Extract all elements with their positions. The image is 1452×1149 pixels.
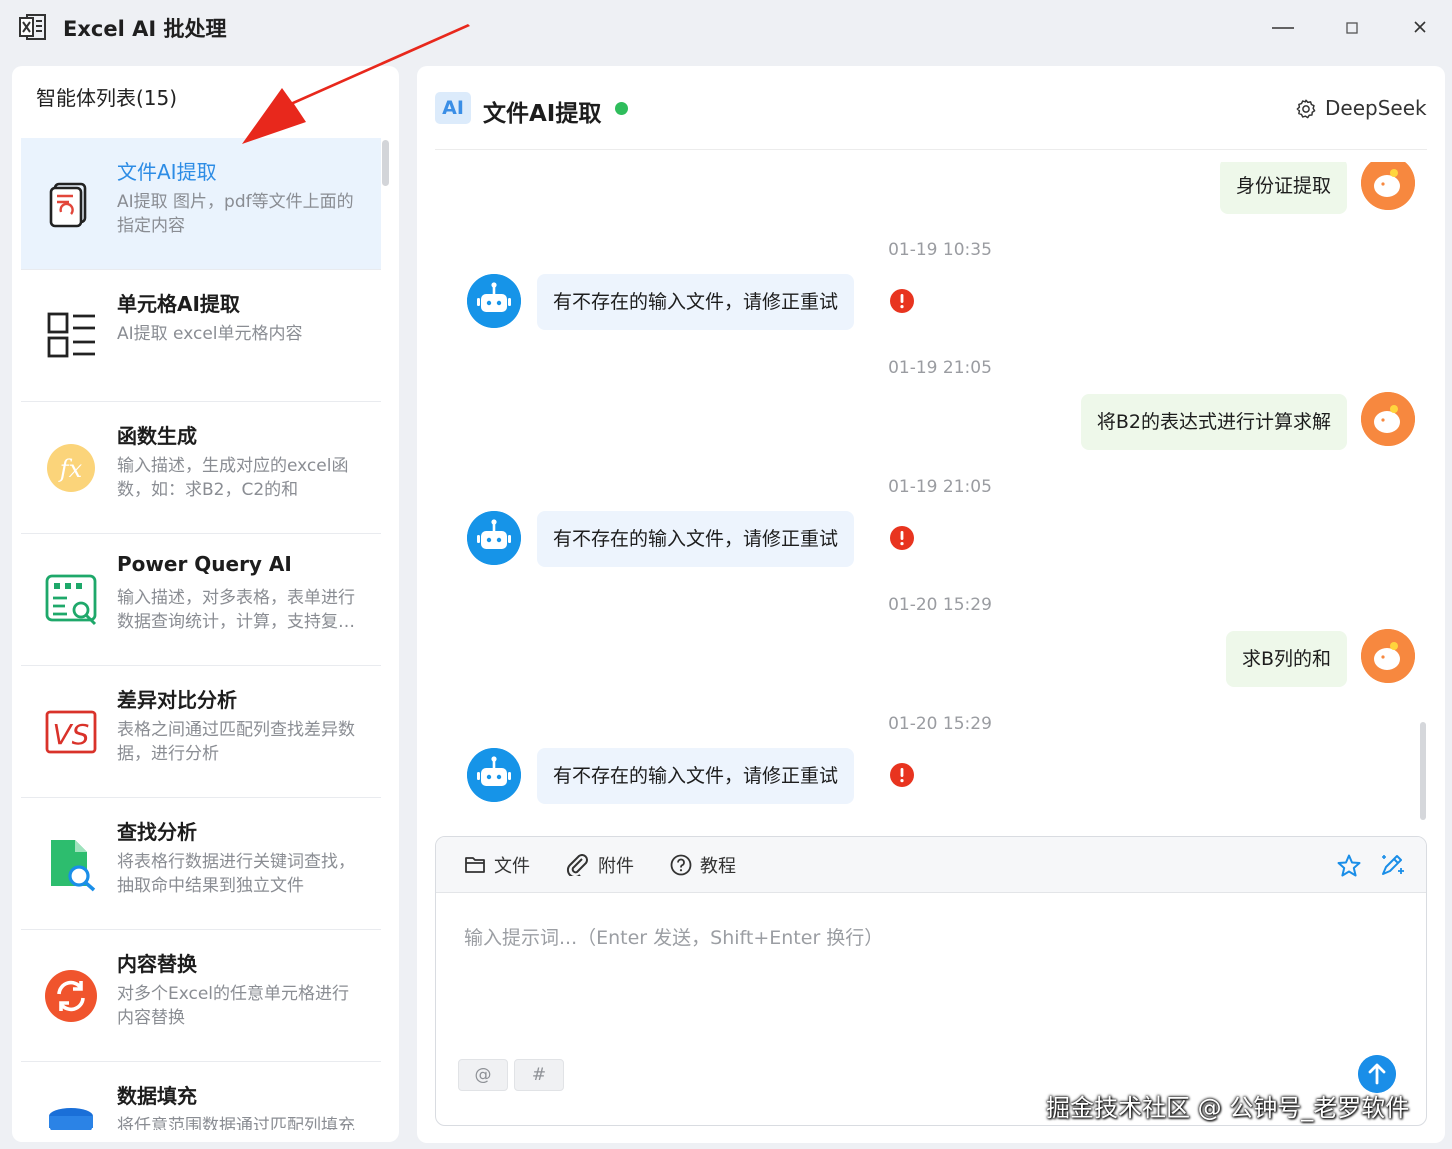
svg-text:VS: VS xyxy=(53,718,90,751)
vs-icon: VS xyxy=(45,710,97,754)
chat-scrollbar[interactable] xyxy=(1420,722,1426,820)
watermark: 掘金技术社区 @ 公钟号_老罗软件 xyxy=(1046,1094,1410,1122)
sidebar-scrollbar[interactable] xyxy=(382,140,389,186)
query-table-icon xyxy=(45,574,97,626)
message-timestamp: 01-20 15:29 xyxy=(888,714,992,734)
star-icon[interactable] xyxy=(1336,853,1362,879)
attachment-button-label: 附件 xyxy=(598,856,634,877)
agent-desc: 输入描述，对多表格，表单进行数据查询统计，计算，支持复杂操作 xyxy=(117,588,355,632)
agent-item-file-ai-extract[interactable]: 文件AI提取 AI提取 图片，pdf等文件上面的指定内容 xyxy=(21,138,381,270)
svg-text:fx: fx xyxy=(58,455,83,483)
annotation-arrow xyxy=(242,24,470,144)
bot-message: 有不存在的输入文件，请修正重试 xyxy=(537,748,855,804)
agent-name: 函数生成 xyxy=(117,424,197,448)
online-status-dot xyxy=(615,102,628,115)
bot-avatar xyxy=(467,511,521,565)
user-avatar[interactable] xyxy=(1361,162,1415,210)
agent-item-search-analysis[interactable]: 查找分析 将表格行数据进行关键词查找，抽取命中结果到独立文件 xyxy=(21,798,381,930)
close-icon[interactable] xyxy=(1400,12,1440,42)
agent-item-cell-ai-extract[interactable]: 单元格AI提取 AI提取 excel单元格内容 xyxy=(21,270,381,402)
refresh-icon xyxy=(45,970,97,1022)
error-icon xyxy=(890,526,914,550)
agent-item-content-replace[interactable]: 内容替换 对多个Excel的任意单元格进行内容替换 xyxy=(21,930,381,1062)
user-message: 身份证提取 xyxy=(1219,162,1347,214)
file-search-icon xyxy=(51,840,96,892)
bot-avatar xyxy=(467,748,521,802)
bot-message: 有不存在的输入文件，请修正重试 xyxy=(537,511,855,567)
chat-header: AI 文件AI提取 DeepSeek xyxy=(435,66,1427,150)
agent-item-data-fill[interactable]: 数据填充 将任意范围数据通过匹配列填充 xyxy=(21,1062,381,1130)
chat-title: 文件AI提取 xyxy=(483,101,602,127)
agent-name: Power Query AI xyxy=(117,552,292,576)
model-selector[interactable]: DeepSeek xyxy=(1325,96,1427,120)
file-button[interactable]: 文件 xyxy=(464,853,530,877)
chat-panel: AI 文件AI提取 DeepSeek 身份证提取 01-19 10:35 有不存… xyxy=(417,66,1445,1143)
agent-desc: AI提取 图片，pdf等文件上面的指定内容 xyxy=(117,192,354,236)
bot-message: 有不存在的输入文件，请修正重试 xyxy=(537,274,855,330)
magic-pen-icon[interactable] xyxy=(1378,851,1406,879)
hashtag-chip[interactable]: # xyxy=(514,1059,564,1091)
user-avatar[interactable] xyxy=(1361,392,1415,446)
message-timestamp: 01-19 21:05 xyxy=(888,358,992,378)
error-icon xyxy=(890,289,914,313)
prompt-input[interactable] xyxy=(446,903,1406,1053)
folder-icon xyxy=(465,857,485,873)
mention-chip[interactable]: @ xyxy=(458,1059,508,1091)
agent-list-heading: 智能体列表(15) xyxy=(36,86,178,110)
excel-app-icon xyxy=(19,14,46,40)
cell-list-icon xyxy=(47,312,95,358)
user-message: 将B2的表达式进行计算求解 xyxy=(1080,394,1347,450)
agent-name: 文件AI提取 xyxy=(117,160,217,184)
document-extract-icon xyxy=(49,182,87,228)
agent-desc: 对多个Excel的任意单元格进行内容替换 xyxy=(117,984,350,1028)
gear-icon[interactable] xyxy=(1295,98,1317,120)
user-avatar[interactable] xyxy=(1361,629,1415,683)
error-icon xyxy=(890,763,914,787)
bot-avatar xyxy=(467,274,521,328)
message-composer: 文件 附件 教程 输入提示词...（Enter 发送，Shift+Enter 换… xyxy=(435,836,1427,1126)
paperclip-icon xyxy=(566,854,588,876)
agent-desc: 表格之间通过匹配列查找差异数据，进行分析 xyxy=(117,720,355,764)
tutorial-button[interactable]: 教程 xyxy=(670,853,736,877)
agent-desc: 输入描述，生成对应的excel函数，如：求B2，C2的和 xyxy=(117,456,349,500)
agent-name: 查找分析 xyxy=(117,820,197,844)
agent-name: 单元格AI提取 xyxy=(117,292,240,316)
fx-icon: fx xyxy=(47,444,95,492)
agent-item-diff-analysis[interactable]: VS 差异对比分析 表格之间通过匹配列查找差异数据，进行分析 xyxy=(21,666,381,798)
agent-name: 内容替换 xyxy=(117,952,197,976)
database-icon xyxy=(48,1108,94,1130)
minimize-icon[interactable] xyxy=(1262,12,1302,42)
agent-sidebar: 智能体列表(15) 文件AI提取 AI提取 图片，pdf等文件上面的指定内容 单… xyxy=(12,66,399,1142)
agent-desc: 将任意范围数据通过匹配列填充 xyxy=(117,1116,355,1130)
agent-name: 差异对比分析 xyxy=(117,688,237,712)
maximize-icon[interactable] xyxy=(1332,12,1372,42)
app-title: Excel AI 批处理 xyxy=(63,17,227,41)
tutorial-button-label: 教程 xyxy=(700,856,736,877)
attachment-button[interactable]: 附件 xyxy=(566,853,634,877)
title-bar: Excel AI 批处理 xyxy=(0,0,1452,54)
message-timestamp: 01-19 21:05 xyxy=(888,477,992,497)
user-message: 求B列的和 xyxy=(1225,631,1347,687)
agent-list: 文件AI提取 AI提取 图片，pdf等文件上面的指定内容 单元格AI提取 AI提… xyxy=(21,138,381,1130)
agent-desc: AI提取 excel单元格内容 xyxy=(117,324,303,344)
composer-toolbar: 文件 附件 教程 xyxy=(436,837,1426,893)
agent-name: 数据填充 xyxy=(117,1084,197,1108)
file-button-label: 文件 xyxy=(494,856,530,877)
message-timestamp: 01-20 15:29 xyxy=(888,595,992,615)
agent-desc: 将表格行数据进行关键词查找，抽取命中结果到独立文件 xyxy=(117,852,355,896)
message-list: 身份证提取 01-19 10:35 有不存在的输入文件，请修正重试 01-19 … xyxy=(435,162,1427,828)
message-timestamp: 01-19 10:35 xyxy=(888,240,992,260)
agent-item-power-query-ai[interactable]: Power Query AI 输入描述，对多表格，表单进行数据查询统计，计算，支… xyxy=(21,534,381,666)
help-circle-icon xyxy=(670,854,692,876)
agent-item-formula-generate[interactable]: fx 函数生成 输入描述，生成对应的excel函数，如：求B2，C2的和 xyxy=(21,402,381,534)
